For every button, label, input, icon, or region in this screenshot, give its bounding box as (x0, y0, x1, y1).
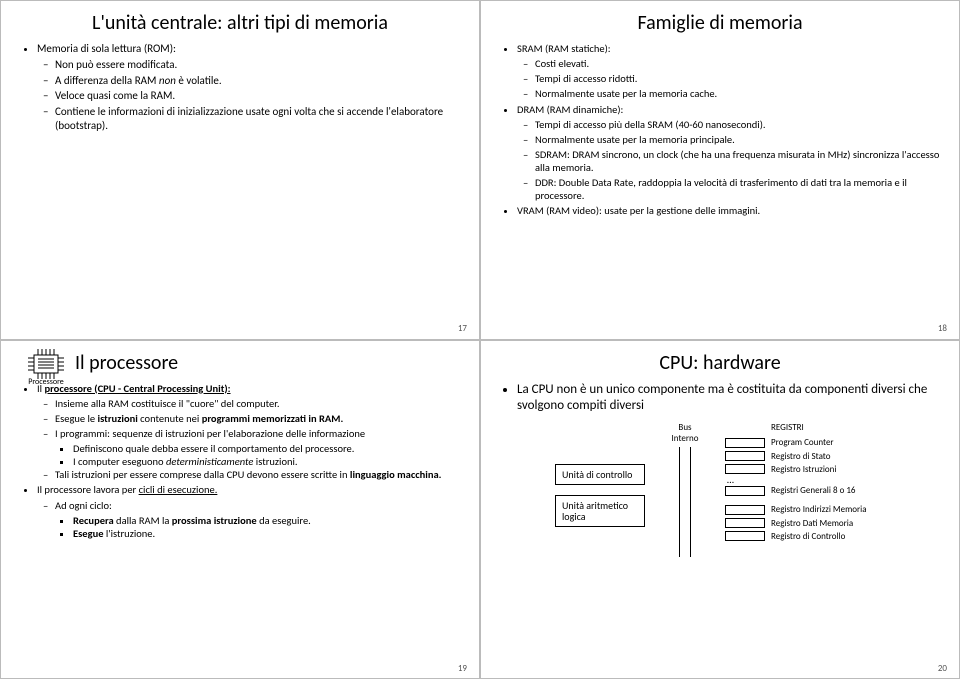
sub-bullet: Ad ogni ciclo: (55, 499, 461, 512)
slide-grid: L'unità centrale: altri tipi di memoria … (0, 0, 960, 679)
register-name: Registro Istruzioni (771, 464, 836, 475)
bullet: SRAM (RAM statiche): (517, 42, 941, 55)
register-name: Registri Generali 8 o 16 (771, 485, 855, 496)
slide-title: L'unità centrale: altri tipi di memoria (90, 11, 390, 36)
chip-label: Processore (19, 377, 73, 387)
sub-bullet: Normalmente usate per la memoria princip… (535, 133, 941, 146)
control-unit-box: Unità di controllo (555, 464, 645, 485)
slide-title: Il processore (75, 351, 461, 376)
slide-title: Famiglie di memoria (499, 11, 941, 36)
sub-sub-bullet: Definiscono quale debba essere il compor… (73, 442, 461, 455)
sub-bullet: A differenza della RAM non è volatile. (55, 74, 461, 88)
registers-label: REGISTRI (771, 422, 875, 433)
register-name: Program Counter (771, 437, 834, 448)
processor-chip-icon: Processore (19, 349, 73, 387)
slide-20: CPU: hardware La CPU non è un unico comp… (480, 340, 960, 679)
sub-bullet: Insieme alla RAM costituisce il "cuore" … (55, 397, 461, 410)
slide-title: CPU: hardware (499, 351, 941, 376)
sub-sub-bullet: Recupera dalla RAM la prossima istruzion… (73, 514, 461, 527)
sub-sub-bullet: I computer eseguono deterministicamente … (73, 455, 461, 468)
register-name: Registro di Stato (771, 451, 830, 462)
bullet: La CPU non è un unico componente ma è co… (517, 382, 941, 415)
sub-sub-bullet: Esegue l'istruzione. (73, 527, 461, 540)
sub-bullet: DDR: Double Data Rate, raddoppia la velo… (535, 176, 941, 202)
slide-17: L'unità centrale: altri tipi di memoria … (0, 0, 480, 340)
page-number: 18 (938, 323, 947, 334)
bus-label: Bus Interno (665, 422, 705, 445)
bullet: Il processore lavora per cicli di esecuz… (37, 483, 461, 496)
bullet-list: SRAM (RAM statiche): Costi elevati. Temp… (499, 42, 941, 218)
cpu-hardware-diagram: Unità di controllo Unità aritmetico logi… (499, 422, 941, 557)
page-number: 17 (458, 323, 467, 334)
bullet-list: Memoria di sola lettura (ROM): Non può e… (19, 42, 461, 133)
bullet-list: La CPU non è un unico componente ma è co… (499, 382, 941, 415)
bullet-list: Il processore (CPU - Central Processing … (19, 382, 461, 540)
register-name: Registro Indirizzi Memoria (771, 504, 867, 515)
sub-bullet: Tali istruzioni per essere comprese dall… (55, 468, 461, 481)
sub-bullet: Non può essere modificata. (55, 58, 461, 72)
bullet: DRAM (RAM dinamiche): (517, 103, 941, 116)
sub-bullet: I programmi: sequenze di istruzioni per … (55, 427, 461, 440)
sub-bullet: Costi elevati. (535, 57, 941, 70)
sub-bullet: Normalmente usate per la memoria cache. (535, 87, 941, 100)
diagram-left-col: Unità di controllo Unità aritmetico logi… (555, 422, 645, 527)
diagram-bus: Bus Interno (665, 422, 705, 557)
slide-18: Famiglie di memoria SRAM (RAM statiche):… (480, 0, 960, 340)
sub-bullet: Tempi di accesso più della SRAM (40-60 n… (535, 118, 941, 131)
sub-bullet: SDRAM: DRAM sincrono, un clock (che ha u… (535, 148, 941, 174)
bullet: Il processore (CPU - Central Processing … (37, 382, 461, 395)
register-name: Registro Dati Memoria (771, 518, 853, 529)
page-number: 19 (458, 663, 467, 674)
sub-bullet: Veloce quasi come la RAM. (55, 89, 461, 103)
sub-bullet: Esegue le istruzioni contenute nei progr… (55, 412, 461, 425)
sub-bullet: Contiene le informazioni di inizializzaz… (55, 105, 461, 133)
page-number: 20 (938, 663, 947, 674)
bullet: VRAM (RAM video): usate per la gestione … (517, 204, 941, 217)
slide-19: Processore Il processore Il processore (… (0, 340, 480, 679)
ellipsis: … (725, 477, 734, 483)
sub-bullet: Tempi di accesso ridotti. (535, 72, 941, 85)
alu-box: Unità aritmetico logica (555, 495, 645, 527)
bullet: Memoria di sola lettura (ROM): (37, 42, 461, 56)
diagram-registers: REGISTRI Program Counter Registro di Sta… (725, 422, 875, 542)
register-name: Registro di Controllo (771, 531, 845, 542)
